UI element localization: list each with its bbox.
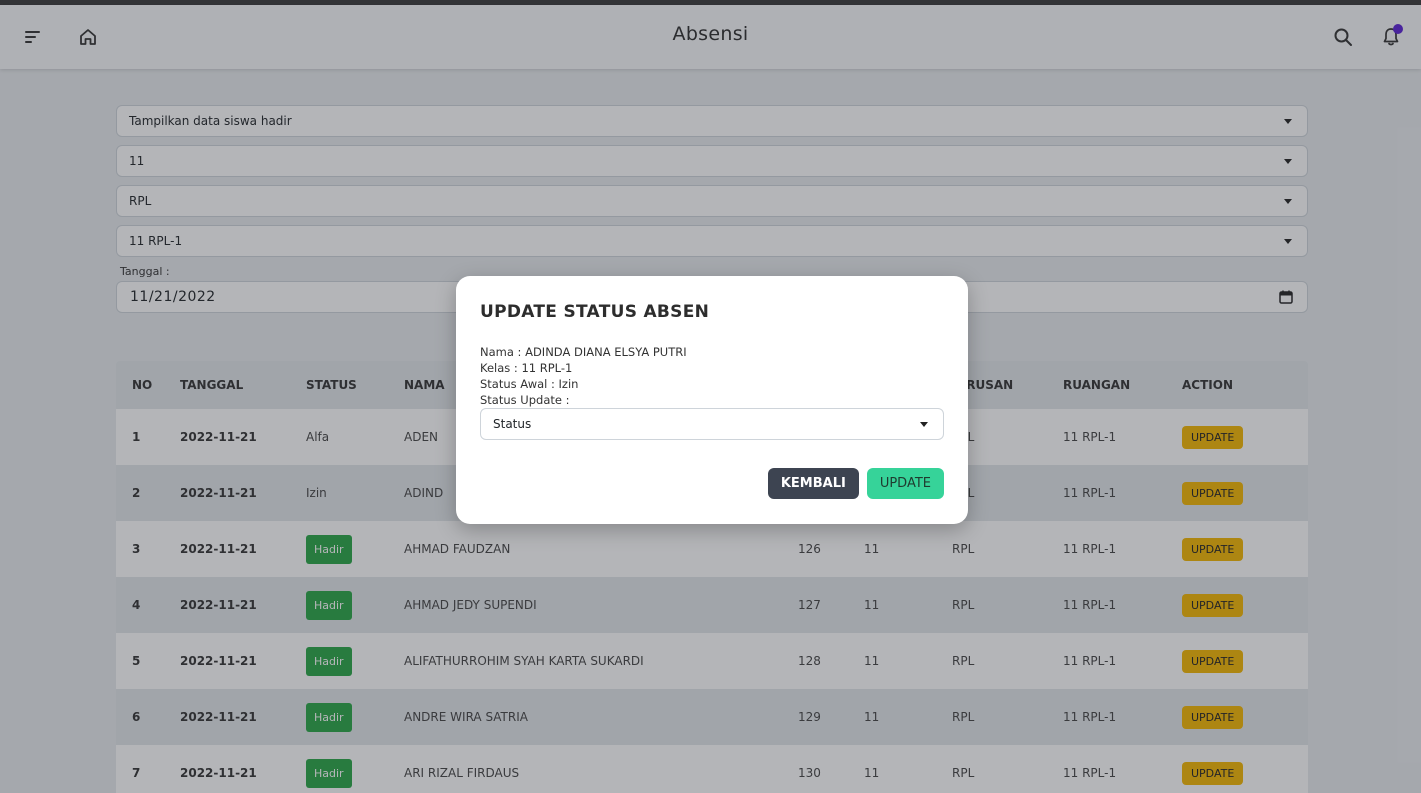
status-update-select[interactable]: Status	[480, 408, 944, 440]
modal-kelas: Kelas : 11 RPL-1	[480, 361, 573, 375]
update-button[interactable]: UPDATE	[866, 468, 944, 499]
update-status-modal: UPDATE STATUS ABSEN Nama : ADINDA DIANA …	[456, 276, 968, 524]
back-button[interactable]: KEMBALI	[767, 468, 859, 499]
chevron-down-icon	[920, 422, 928, 427]
modal-title: UPDATE STATUS ABSEN	[480, 302, 710, 322]
modal-actions: KEMBALI UPDATE	[767, 468, 944, 499]
modal-nama: Nama : ADINDA DIANA ELSYA PUTRI	[480, 345, 687, 359]
modal-status-update-label: Status Update :	[480, 393, 570, 407]
modal-status-awal: Status Awal : Izin	[480, 377, 579, 391]
status-update-value: Status	[493, 417, 532, 431]
